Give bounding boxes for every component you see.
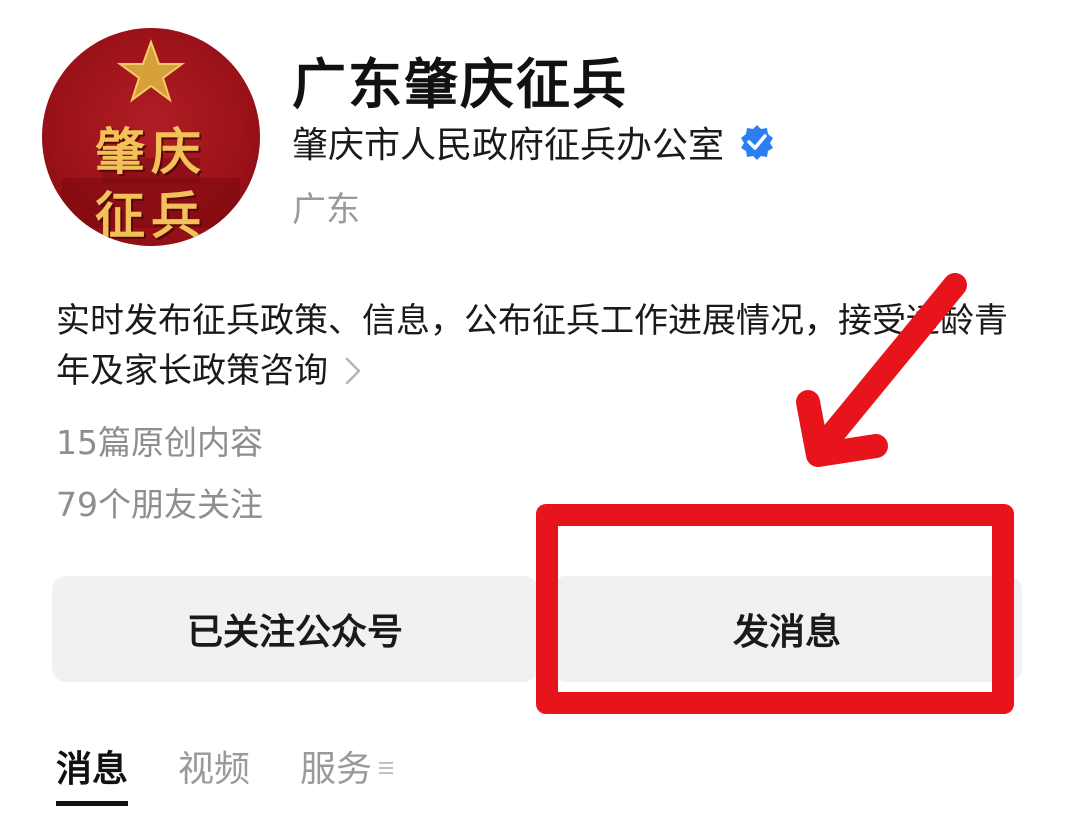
followed-button[interactable]: 已关注公众号 [52, 576, 538, 682]
tab-messages[interactable]: 消息 [56, 740, 129, 806]
tab-services[interactable]: 服务 [300, 740, 394, 806]
tab-messages-label: 消息 [56, 749, 129, 790]
avatar-text-line2: 征兵 [95, 186, 207, 245]
account-avatar[interactable]: 肇庆 征兵 [42, 28, 260, 246]
account-region: 广东 [292, 190, 360, 230]
account-owner-label: 肇庆市人民政府征兵办公室 [292, 125, 725, 166]
original-content-count: 15篇原创内容 [56, 423, 263, 462]
friends-following-count[interactable]: 79个朋友关注 [56, 478, 263, 526]
menu-icon [379, 762, 394, 774]
description-text: 实时发布征兵政策、信息，公布征兵工作进展情况，接受适龄青年及家长政策咨询 [56, 301, 1008, 391]
chevron-right-icon [345, 357, 361, 385]
content-tabs: 消息 视频 服务 [56, 740, 444, 806]
official-account-profile: 肇庆 征兵 广东肇庆征兵 肇庆市人民政府征兵办公室 广东 实时发布征兵政策、信息… [0, 0, 1080, 823]
account-description[interactable]: 实时发布征兵政策、信息，公布征兵工作进展情况，接受适龄青年及家长政策咨询 [56, 296, 1031, 396]
avatar-text-line1: 肇庆 [95, 122, 207, 181]
tab-videos-label: 视频 [178, 749, 251, 790]
verified-badge-icon [741, 125, 774, 160]
followed-button-label: 已关注公众号 [186, 612, 403, 653]
tab-videos[interactable]: 视频 [178, 740, 250, 806]
red-highlight-box [536, 504, 1014, 714]
account-owner[interactable]: 肇庆市人民政府征兵办公室 [292, 116, 776, 168]
tab-services-label: 服务 [300, 749, 373, 790]
account-name: 广东肇庆征兵 [292, 53, 628, 116]
